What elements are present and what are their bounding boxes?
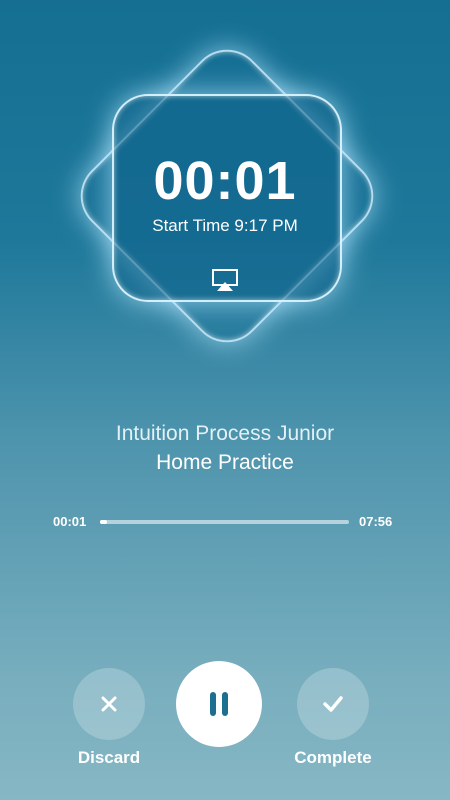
- meditation-player-screen: 00:01 Start Time 9:17 PM Intuition Proce…: [0, 0, 450, 800]
- start-time-label: Start Time 9:17 PM: [152, 216, 298, 235]
- check-icon: [323, 696, 343, 712]
- complete-label: Complete: [294, 748, 372, 767]
- session-title: Intuition Process Junior Home Practice: [0, 419, 450, 477]
- complete-button[interactable]: [297, 668, 369, 740]
- progress-fill: [100, 520, 108, 524]
- session-title-line2: Home Practice: [156, 451, 294, 474]
- current-time: 00:01: [53, 514, 87, 529]
- discard-label: Discard: [77, 748, 141, 767]
- close-icon: [101, 696, 117, 712]
- total-time: 07:56: [359, 514, 393, 529]
- airplay-icon[interactable]: [211, 268, 239, 292]
- elapsed-timer: 00:01: [153, 151, 297, 211]
- progress-bar[interactable]: [100, 520, 349, 524]
- session-title-line1: Intuition Process Junior: [115, 422, 335, 445]
- pause-button[interactable]: [176, 661, 262, 747]
- pause-icon: [210, 692, 228, 716]
- discard-button[interactable]: [73, 668, 145, 740]
